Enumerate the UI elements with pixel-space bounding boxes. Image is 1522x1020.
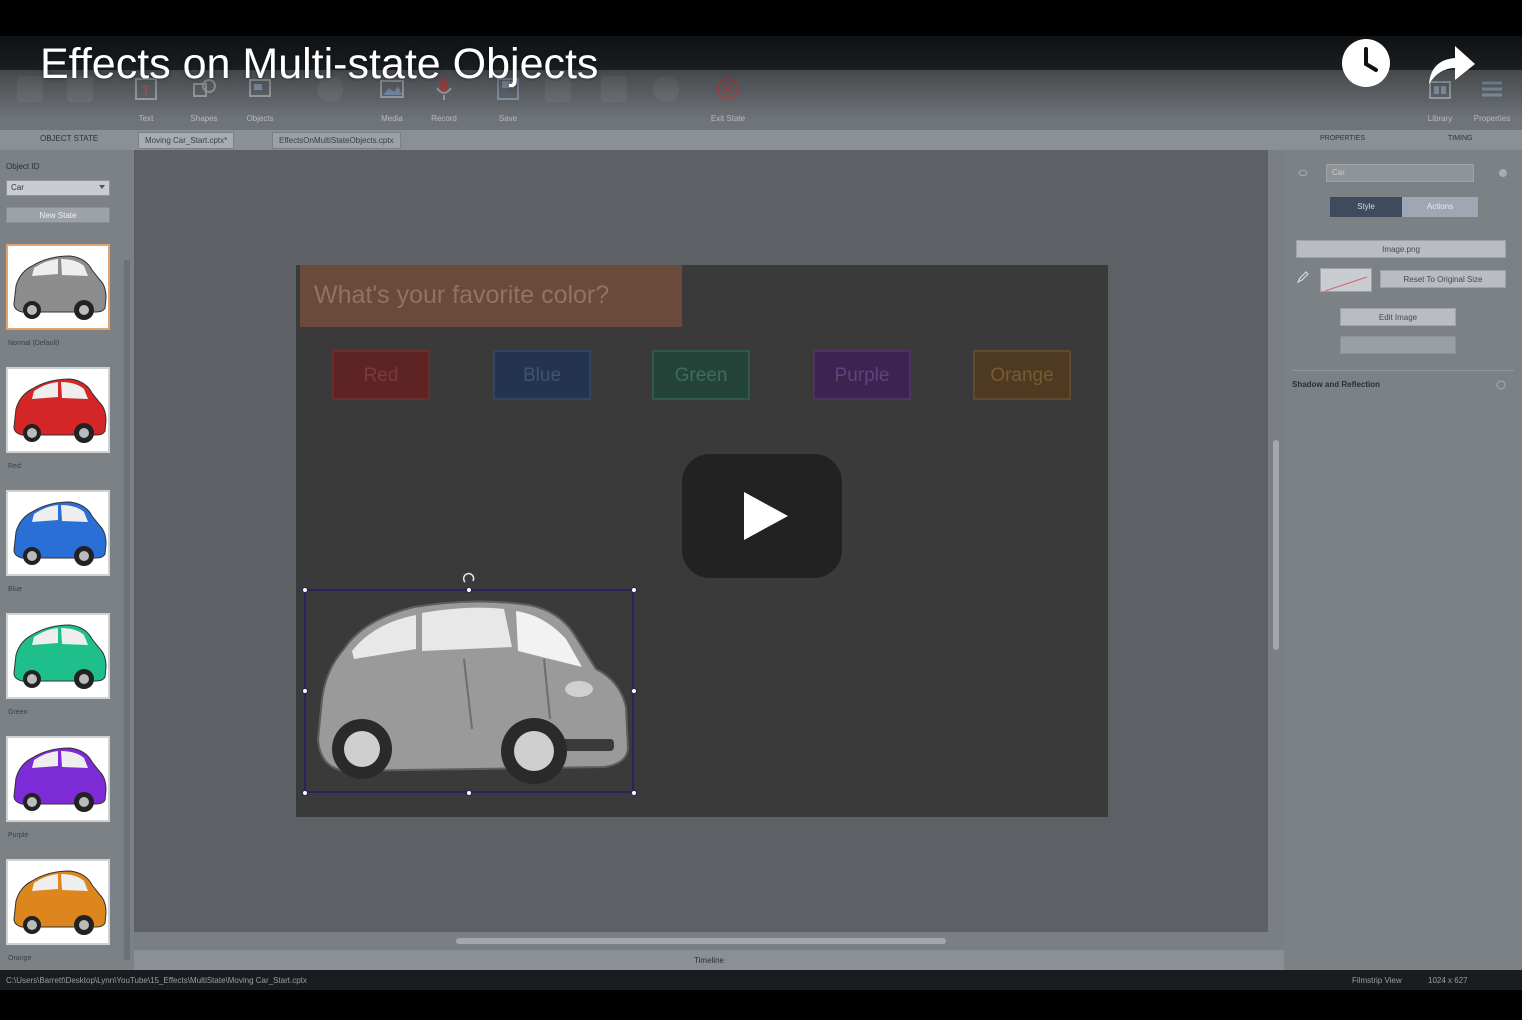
shadow-reflection-section[interactable]: Shadow and Reflection [1292,380,1380,389]
chevron-down-icon [99,185,105,189]
resize-handle[interactable] [466,790,472,796]
section-options-icon[interactable] [1496,380,1506,390]
edit-pencil-icon[interactable] [1296,270,1310,284]
car-icon [13,255,107,320]
color-button-orange[interactable]: Orange [973,350,1071,400]
question-caption[interactable]: What's your favorite color? [300,265,682,327]
object-id-value: Car [11,183,24,192]
doc-tab-moving-car[interactable]: Moving Car_Start.cptx* [138,132,235,149]
color-button-green[interactable]: Green [652,350,750,400]
stage-vertical-scrollbar[interactable] [1268,150,1284,932]
object-id-select[interactable]: Car [6,180,110,196]
object-id-label: Object ID [6,162,40,171]
section-divider [1292,370,1514,371]
state-list-scrollbar[interactable] [124,260,130,960]
object-state-panel: Object ID Car New State Normal (Default)… [0,150,134,970]
color-button-red[interactable]: Red [332,350,430,400]
resize-handle[interactable] [302,587,308,593]
properties-tab-strip: PROPERTIES TIMING [1284,130,1522,150]
image-file-field[interactable]: Image.png [1296,240,1506,258]
actions-tab[interactable]: Actions [1402,197,1478,217]
state-caption: Blue [8,586,23,593]
state-thumbnail[interactable] [6,613,110,699]
properties-panel: Car Style Actions Image.png Reset To Ori… [1284,150,1522,970]
video-title[interactable]: Effects on Multi-state Objects [40,40,598,89]
state-caption: Purple [8,832,29,839]
image-preview [1320,268,1372,292]
video-frame[interactable]: T Text Shapes Objects Media Record Save [0,0,1522,1020]
watch-later-icon[interactable] [1341,38,1391,88]
new-state-label: New State [39,211,77,220]
file-path: C:\Users\Barrett\Desktop\Lynn\YouTube\15… [6,976,307,985]
state-caption: Green [8,709,28,716]
actions-tab-label: Actions [1426,202,1454,211]
eye-icon[interactable] [1298,168,1308,178]
object-state-panel-label: OBJECT STATE [40,134,99,143]
resize-handle[interactable] [466,587,472,593]
view-mode: Filmstrip View [1352,976,1402,985]
object-name-field[interactable]: Car [1326,164,1474,182]
car-icon [13,624,107,689]
timeline-label: Timeline [694,956,724,965]
new-state-button[interactable]: New State [6,207,110,223]
edit-image-label: Edit Image [1378,313,1418,322]
tab-properties[interactable]: PROPERTIES [1320,135,1365,142]
color-button-label: Green [674,365,728,386]
tab-timing[interactable]: TIMING [1448,135,1473,142]
reset-original-size-button[interactable]: Reset To Original Size [1380,270,1506,288]
object-name-value: Car [1332,168,1345,177]
style-tab-label: Style [1357,202,1375,211]
state-caption: Normal (Default) [8,340,60,347]
selection-box[interactable] [304,589,634,793]
state-thumbnail[interactable] [6,736,110,822]
rotate-handle-icon[interactable] [462,572,476,586]
disabled-button [1340,336,1456,354]
color-button-label: Purple [834,365,890,386]
resize-handle[interactable] [302,688,308,694]
resize-handle[interactable] [631,790,637,796]
car-icon [13,747,107,812]
state-thumbnail[interactable] [6,367,110,453]
reset-original-size-label: Reset To Original Size [1403,275,1483,284]
color-button-blue[interactable]: Blue [493,350,591,400]
style-actions-toggle: Style Actions [1330,197,1478,217]
resize-handle[interactable] [302,790,308,796]
resize-handle[interactable] [631,688,637,694]
car-icon [13,501,107,566]
play-button[interactable] [682,454,842,578]
state-thumbnail[interactable] [6,490,110,576]
color-button-label: Red [363,365,399,386]
state-caption: Orange [8,955,32,962]
question-text: What's your favorite color? [314,281,610,309]
image-preview-icon [1324,276,1368,292]
stage-horizontal-scrollbar[interactable] [134,932,1284,950]
car-icon [13,378,107,443]
state-caption: Red [8,463,21,470]
video-bottom-bar [0,990,1522,1020]
project-size: 1024 x 627 [1428,976,1468,985]
share-icon[interactable] [1425,40,1477,88]
image-file-label: Image.png [1382,245,1420,254]
doc-tab-effects[interactable]: EffectsOnMultiStateObjects.cptx [272,132,401,149]
state-thumbnail[interactable] [6,244,110,330]
style-tab[interactable]: Style [1330,197,1402,217]
timeline-bar[interactable]: Timeline [134,950,1284,970]
color-swatch-icon[interactable] [1498,168,1508,178]
scroll-handle[interactable] [456,938,946,944]
edit-image-button[interactable]: Edit Image [1340,308,1456,326]
color-button-purple[interactable]: Purple [813,350,911,400]
status-bar: C:\Users\Barrett\Desktop\Lynn\YouTube\15… [0,970,1522,990]
color-button-label: Blue [522,365,562,386]
state-thumbnail[interactable] [6,859,110,945]
color-button-label: Orange [990,365,1054,386]
car-icon [13,870,107,935]
resize-handle[interactable] [631,587,637,593]
play-icon [744,492,788,540]
scroll-handle[interactable] [1273,440,1279,650]
